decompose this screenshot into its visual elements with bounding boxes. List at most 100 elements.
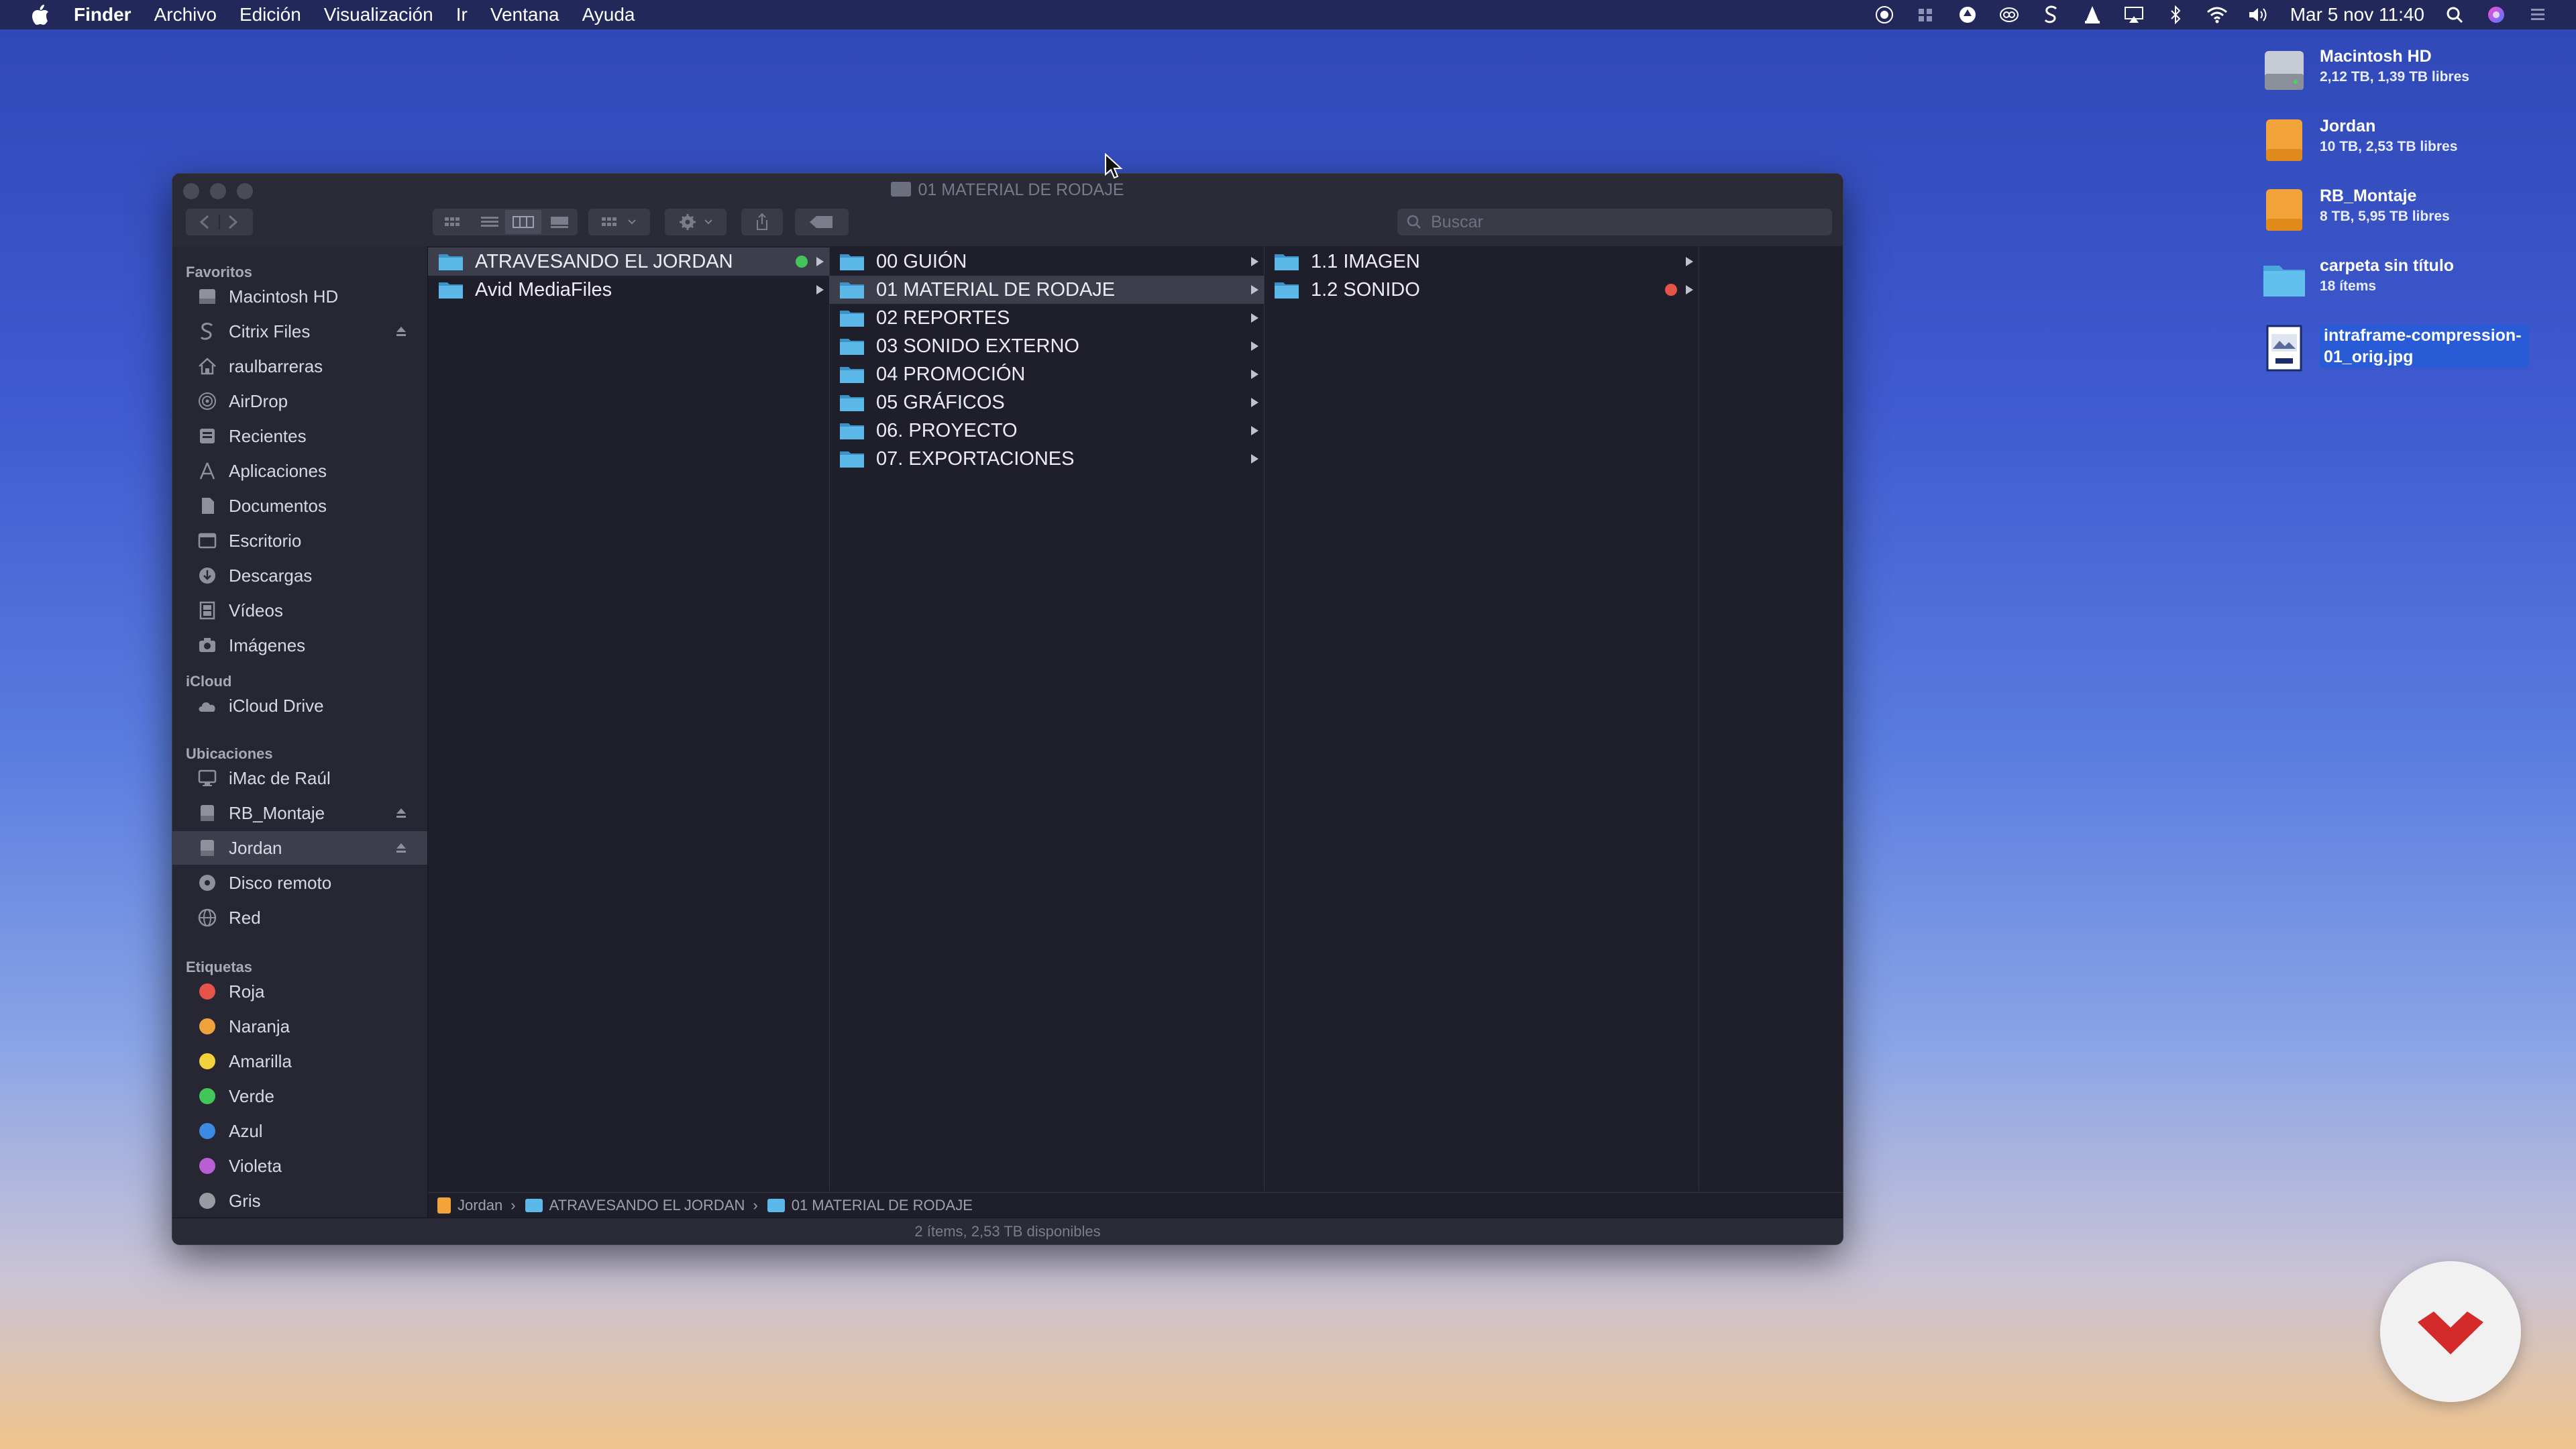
search-input[interactable]: Buscar bbox=[1397, 209, 1832, 235]
list-item[interactable]: 04 PROMOCIÓN bbox=[829, 360, 1264, 388]
sidebar-item-descargas[interactable]: Descargas bbox=[172, 559, 427, 592]
tags-button[interactable] bbox=[795, 209, 849, 235]
sidebar-item-aplicaciones[interactable]: Aplicaciones bbox=[172, 454, 427, 488]
list-item[interactable]: 01 MATERIAL DE RODAJE bbox=[829, 276, 1264, 304]
folder-icon bbox=[839, 449, 865, 469]
list-item[interactable]: 06. PROYECTO bbox=[829, 417, 1264, 445]
desktop-item-carpeta-sin-titulo[interactable]: carpeta sin título 18 ítems bbox=[2261, 256, 2542, 317]
list-item[interactable]: Avid MediaFiles bbox=[428, 276, 829, 304]
apple-menu-icon[interactable] bbox=[27, 3, 54, 26]
column-3[interactable]: 1.1 IMAGEN 1.2 SONIDO bbox=[1264, 246, 1699, 1191]
cc-icon[interactable] bbox=[1998, 3, 2021, 26]
vlc-icon[interactable] bbox=[2081, 3, 2104, 26]
group-by-button[interactable] bbox=[588, 209, 650, 235]
sidebar-tag-violeta[interactable]: Violeta bbox=[172, 1149, 427, 1183]
menu-ayuda[interactable]: Ayuda bbox=[582, 4, 635, 25]
sidebar-tag-gris[interactable]: Gris bbox=[172, 1184, 427, 1218]
sidebar-item-red[interactable]: Red bbox=[172, 901, 427, 934]
sidebar-item-macintosh-hd[interactable]: Macintosh HD bbox=[172, 280, 427, 313]
grid-icon[interactable] bbox=[1915, 3, 1937, 26]
folder-icon bbox=[1273, 252, 1300, 272]
list-item[interactable]: 00 GUIÓN bbox=[829, 248, 1264, 276]
spotlight-search-icon[interactable] bbox=[2443, 3, 2466, 26]
sidebar-item-citrix-files[interactable]: Citrix Files bbox=[172, 315, 427, 348]
sidebar-item-recientes[interactable]: Recientes bbox=[172, 419, 427, 453]
list-item[interactable]: 1.2 SONIDO bbox=[1264, 276, 1699, 304]
disclosure-arrow-icon bbox=[1251, 257, 1258, 266]
upload-icon[interactable] bbox=[1956, 3, 1979, 26]
hard-drive-icon bbox=[197, 286, 218, 307]
volume-icon[interactable] bbox=[2247, 3, 2270, 26]
screen-record-icon[interactable] bbox=[1873, 3, 1896, 26]
citrix-icon[interactable] bbox=[2039, 3, 2062, 26]
menu-visualizacion[interactable]: Visualización bbox=[324, 4, 433, 25]
sidebar-item-raulbarreras[interactable]: raulbarreras bbox=[172, 350, 427, 383]
menu-archivo[interactable]: Archivo bbox=[154, 4, 217, 25]
desktop-item-macintosh-hd[interactable]: Macintosh HD 2,12 TB, 1,39 TB libres bbox=[2261, 47, 2542, 107]
sidebar-item-imac[interactable]: iMac de Raúl bbox=[172, 761, 427, 795]
item-label: 00 GUIÓN bbox=[876, 250, 967, 272]
status-menu-area: Mar 5 nov 11:40 bbox=[1854, 0, 2549, 30]
list-item[interactable]: 05 GRÁFICOS bbox=[829, 388, 1264, 417]
menubar-clock[interactable]: Mar 5 nov 11:40 bbox=[2290, 4, 2424, 25]
sidebar-section-title: Etiquetas bbox=[186, 959, 253, 975]
folder-icon bbox=[437, 280, 464, 300]
sidebar-tag-roja[interactable]: Roja bbox=[172, 975, 427, 1008]
eject-icon[interactable] bbox=[395, 807, 407, 819]
siri-icon[interactable] bbox=[2485, 3, 2508, 26]
floating-app-badge[interactable] bbox=[2380, 1261, 2521, 1402]
wifi-icon[interactable] bbox=[2206, 3, 2229, 26]
sidebar-item-rb-montaje[interactable]: RB_Montaje bbox=[172, 796, 427, 830]
sidebar-item-documentos[interactable]: Documentos bbox=[172, 489, 427, 523]
path-segment[interactable]: ATRAVESANDO EL JORDAN › bbox=[525, 1197, 758, 1214]
cloud-icon bbox=[197, 695, 218, 716]
hard-drive-icon bbox=[2261, 47, 2308, 94]
bluetooth-icon[interactable] bbox=[2164, 3, 2187, 26]
window-titlebar[interactable]: 01 MATERIAL DE RODAJE Buscar bbox=[172, 174, 1843, 247]
sidebar-tag-amarilla[interactable]: Amarilla bbox=[172, 1044, 427, 1078]
path-segment[interactable]: 01 MATERIAL DE RODAJE bbox=[767, 1197, 973, 1214]
sidebar-item-disco-remoto[interactable]: Disco remoto bbox=[172, 866, 427, 900]
sidebar-item-label: Aplicaciones bbox=[229, 460, 327, 481]
disclosure-arrow-icon bbox=[1686, 285, 1693, 294]
menu-ir[interactable]: Ir bbox=[456, 4, 468, 25]
item-label: 1.2 SONIDO bbox=[1311, 278, 1420, 301]
list-item[interactable]: 1.1 IMAGEN bbox=[1264, 248, 1699, 276]
menu-ventana[interactable]: Ventana bbox=[490, 4, 559, 25]
sidebar-item-escritorio[interactable]: Escritorio bbox=[172, 524, 427, 557]
desktop-item-jordan[interactable]: Jordan 10 TB, 2,53 TB libres bbox=[2261, 117, 2542, 177]
sidebar-item-imagenes[interactable]: Imágenes bbox=[172, 629, 427, 662]
sidebar-item-icloud-drive[interactable]: iCloud Drive bbox=[172, 689, 427, 722]
sidebar-tag-naranja[interactable]: Naranja bbox=[172, 1010, 427, 1043]
column-2[interactable]: 00 GUIÓN 01 MATERIAL DE RODAJE 02 REPORT… bbox=[829, 246, 1265, 1191]
sidebar-item-jordan[interactable]: Jordan bbox=[172, 831, 427, 865]
item-label: ATRAVESANDO EL JORDAN bbox=[475, 250, 733, 272]
sidebar-item-videos[interactable]: Vídeos bbox=[172, 594, 427, 627]
item-label: 01 MATERIAL DE RODAJE bbox=[876, 278, 1116, 301]
list-item[interactable]: 03 SONIDO EXTERNO bbox=[829, 332, 1264, 360]
desktop-item-jpg-file[interactable]: intraframe-compression-01_orig.jpg bbox=[2261, 325, 2542, 385]
desktop-item-rb-montaje[interactable]: RB_Montaje 8 TB, 5,95 TB libres bbox=[2261, 186, 2542, 247]
sidebar-tag-azul[interactable]: Azul bbox=[172, 1114, 427, 1148]
notification-center-icon[interactable] bbox=[2526, 3, 2549, 26]
share-button[interactable] bbox=[741, 209, 783, 235]
airplay-icon[interactable] bbox=[2123, 3, 2145, 26]
sidebar-item-airdrop[interactable]: AirDrop bbox=[172, 384, 427, 418]
list-item[interactable]: 07. EXPORTACIONES bbox=[829, 445, 1264, 473]
eject-icon[interactable] bbox=[395, 325, 407, 337]
view-mode-segmented[interactable] bbox=[433, 209, 578, 235]
sidebar-item-label: AirDrop bbox=[229, 390, 288, 411]
sidebar-tag-verde[interactable]: Verde bbox=[172, 1079, 427, 1113]
back-forward-buttons[interactable] bbox=[186, 209, 253, 235]
menu-edicion[interactable]: Edición bbox=[239, 4, 301, 25]
menu-finder[interactable]: Finder bbox=[74, 4, 131, 25]
column-1[interactable]: ATRAVESANDO EL JORDAN Avid MediaFiles bbox=[428, 246, 830, 1191]
network-icon bbox=[197, 907, 218, 928]
eject-icon[interactable] bbox=[395, 842, 407, 854]
list-item[interactable]: 02 REPORTES bbox=[829, 304, 1264, 332]
green-tag-icon bbox=[796, 256, 808, 268]
path-segment[interactable]: Jordan › bbox=[437, 1197, 516, 1214]
column-4[interactable] bbox=[1699, 246, 1842, 1191]
action-gear-button[interactable] bbox=[665, 209, 727, 235]
list-item[interactable]: ATRAVESANDO EL JORDAN bbox=[428, 248, 829, 276]
